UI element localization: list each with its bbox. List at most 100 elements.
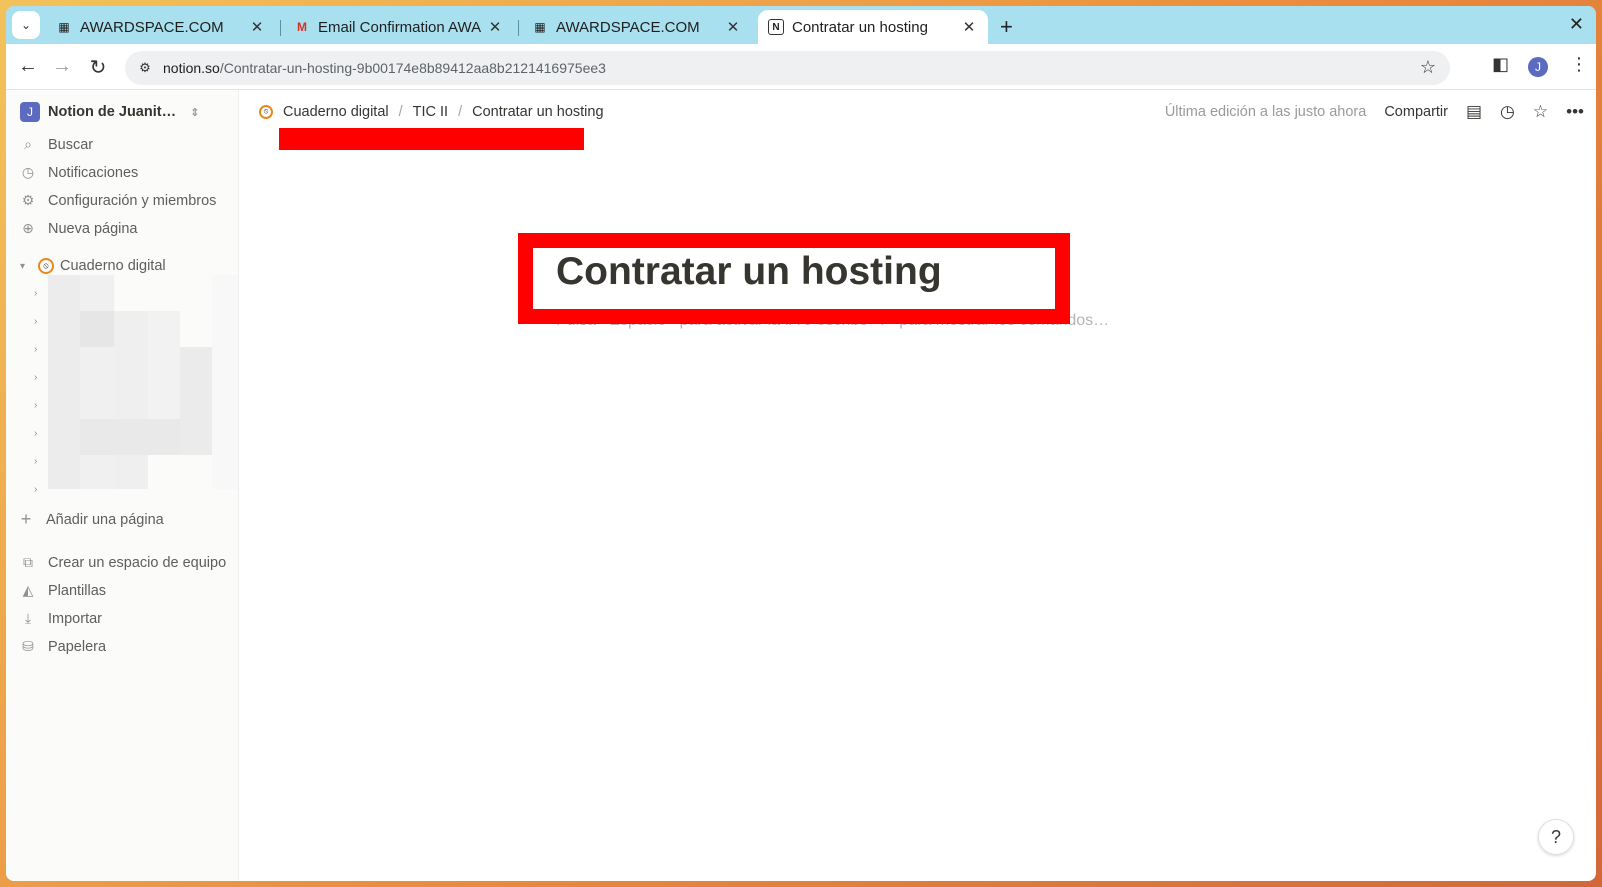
tab-divider (518, 20, 519, 36)
tab-strip: ⌄ ▦ AWARDSPACE.COM ✕ M Email Confirmatio… (6, 6, 1596, 44)
close-icon[interactable]: ✕ (724, 18, 742, 36)
site-settings-icon[interactable]: ⚙ (133, 60, 157, 76)
add-page-label: Añadir una página (46, 511, 164, 528)
tab-search-button[interactable]: ⌄ (12, 11, 40, 39)
chevron-right-icon[interactable]: › (34, 344, 46, 355)
red-annotation-bar (279, 128, 584, 150)
breadcrumb-item[interactable]: Cuaderno digital (283, 104, 389, 120)
breadcrumb-item[interactable]: Contratar un hosting (472, 104, 603, 120)
comment-icon[interactable]: ▤ (1466, 102, 1482, 122)
sidebar-item-crear-espacio[interactable]: ⧉ Crear un espacio de equipo (20, 554, 226, 571)
teamspace-logo-icon: ⦸ (38, 258, 54, 274)
page-area: ⦸ Cuaderno digital / TIC II / Contratar … (239, 90, 1596, 881)
add-page-button[interactable]: + Añadir una página (18, 509, 164, 530)
tab-title: AWARDSPACE.COM (80, 18, 224, 36)
chevron-right-icon[interactable]: › (34, 372, 46, 383)
sidebar-item-label: Importar (48, 610, 102, 627)
page-icon: ▦ (534, 20, 546, 34)
tab-title: Contratar un hosting (792, 18, 928, 36)
tab-title: AWARDSPACE.COM (556, 18, 700, 36)
window-close-button[interactable]: ✕ (1569, 14, 1584, 35)
breadcrumb-separator: / (398, 104, 403, 120)
shapes-icon: ◭ (22, 582, 34, 598)
notion-icon: N (768, 19, 784, 35)
sidebar-item-plantillas[interactable]: ◭ Plantillas (20, 582, 106, 599)
profile-button[interactable]: J (1528, 57, 1548, 77)
sidebar-item-label: Notificaciones (48, 164, 139, 181)
sidebar-item-nueva-pagina[interactable]: ⊕ Nueva página (20, 220, 138, 237)
sidebar-item-label: Crear un espacio de equipo (48, 554, 227, 571)
sidebar: J Notion de Juanit… ⇕ ⌕ Buscar ◷ Notific… (6, 90, 239, 881)
team-icon: ⧉ (23, 554, 33, 570)
chevron-down-icon: ⌄ (20, 18, 32, 32)
share-button[interactable]: Compartir (1384, 104, 1448, 120)
chevron-right-icon[interactable]: › (34, 316, 46, 327)
address-bar[interactable]: ⚙ notion.so/Contratar-un-hosting-9b00174… (125, 51, 1450, 85)
history-icon[interactable]: ◷ (1500, 102, 1515, 122)
sidebar-item-label: Nueva página (48, 220, 138, 237)
browser-menu-icon[interactable]: ⋮ (1570, 54, 1588, 75)
chevron-right-icon[interactable]: › (34, 400, 46, 411)
tab-awardspace-1[interactable]: ▦ AWARDSPACE.COM ✕ (46, 10, 276, 44)
sidebar-item-notificaciones[interactable]: ◷ Notificaciones (20, 164, 138, 181)
pixelated-page-list (48, 275, 238, 489)
teamspace-cuaderno-digital[interactable]: ▾ ⦸ Cuaderno digital (20, 258, 166, 274)
browser-window: ⌄ ▦ AWARDSPACE.COM ✕ M Email Confirmatio… (6, 6, 1596, 881)
gmail-icon: M (297, 20, 307, 34)
page-title[interactable]: Contratar un hosting (556, 250, 942, 294)
sidebar-item-importar[interactable]: ⤓ Importar (20, 610, 102, 627)
tab-awardspace-2[interactable]: ▦ AWARDSPACE.COM ✕ (522, 10, 752, 44)
forward-button[interactable]: → (50, 55, 74, 78)
page-actions: Última edición a las justo ahora Compart… (1165, 102, 1584, 122)
close-icon[interactable]: ✕ (248, 18, 266, 36)
chevron-right-icon[interactable]: › (34, 288, 46, 299)
sidebar-item-papelera[interactable]: ⛁ Papelera (20, 638, 106, 655)
workspace-avatar: J (20, 102, 40, 122)
sidebar-item-label: Plantillas (48, 582, 107, 599)
chevron-down-icon[interactable]: ▾ (20, 261, 32, 272)
breadcrumb-item[interactable]: TIC II (413, 104, 448, 120)
url-path: /Contratar-un-hosting-9b00174e8b89412aa8… (219, 60, 606, 76)
browser-toolbar: ← → ↻ ⚙ notion.so/Contratar-un-hosting-9… (6, 44, 1596, 90)
trash-icon: ⛁ (22, 638, 34, 654)
tab-divider (280, 20, 281, 36)
sidebar-item-configuracion[interactable]: ⚙ Configuración y miembros (20, 192, 217, 209)
gear-icon: ⚙ (21, 192, 35, 208)
breadcrumb: ⦸ Cuaderno digital / TIC II / Contratar … (259, 104, 604, 120)
help-button[interactable]: ? (1538, 819, 1574, 855)
avatar: J (1528, 57, 1548, 77)
plus-circle-icon: ⊕ (22, 220, 34, 236)
workspace-switcher[interactable]: J Notion de Juanit… ⇕ (20, 102, 199, 122)
favorite-star-icon[interactable]: ☆ (1533, 102, 1548, 122)
download-icon: ⤓ (24, 610, 32, 626)
plus-icon: + (20, 509, 32, 529)
tab-contratar-hosting[interactable]: N Contratar un hosting ✕ (758, 10, 988, 44)
search-icon: ⌕ (24, 136, 32, 152)
clock-icon: ◷ (21, 164, 35, 180)
reload-button[interactable]: ↻ (86, 55, 110, 80)
chevron-updown-icon: ⇕ (190, 106, 200, 119)
sidebar-item-label: Papelera (48, 638, 107, 655)
chevron-right-icon[interactable]: › (34, 484, 46, 495)
url-host: notion.so (163, 60, 220, 76)
tab-title: Email Confirmation AWA (318, 18, 482, 36)
page-icon: ▦ (58, 20, 70, 34)
notion-app: J Notion de Juanit… ⇕ ⌕ Buscar ◷ Notific… (6, 90, 1596, 881)
sidebar-item-label: Configuración y miembros (48, 192, 217, 209)
bookmark-star-icon[interactable]: ☆ (1420, 57, 1436, 78)
sidebar-item-label: Buscar (48, 136, 94, 153)
chevron-right-icon[interactable]: › (34, 456, 46, 467)
tab-email-confirmation[interactable]: M Email Confirmation AWA ✕ (284, 10, 514, 44)
close-icon[interactable]: ✕ (960, 18, 978, 36)
close-icon[interactable]: ✕ (486, 18, 504, 36)
last-edited-text: Última edición a las justo ahora (1164, 104, 1367, 120)
chevron-right-icon[interactable]: › (34, 428, 46, 439)
sidebar-item-buscar[interactable]: ⌕ Buscar (20, 136, 93, 153)
workspace-name: Notion de Juanit… (48, 104, 177, 120)
back-button[interactable]: ← (16, 55, 40, 78)
side-panel-icon[interactable]: ◧ (1492, 54, 1509, 75)
teamspace-label: Cuaderno digital (60, 258, 166, 274)
more-icon[interactable]: ••• (1566, 102, 1584, 122)
teamspace-logo-icon: ⦸ (259, 105, 273, 119)
new-tab-button[interactable]: + (1000, 14, 1013, 40)
